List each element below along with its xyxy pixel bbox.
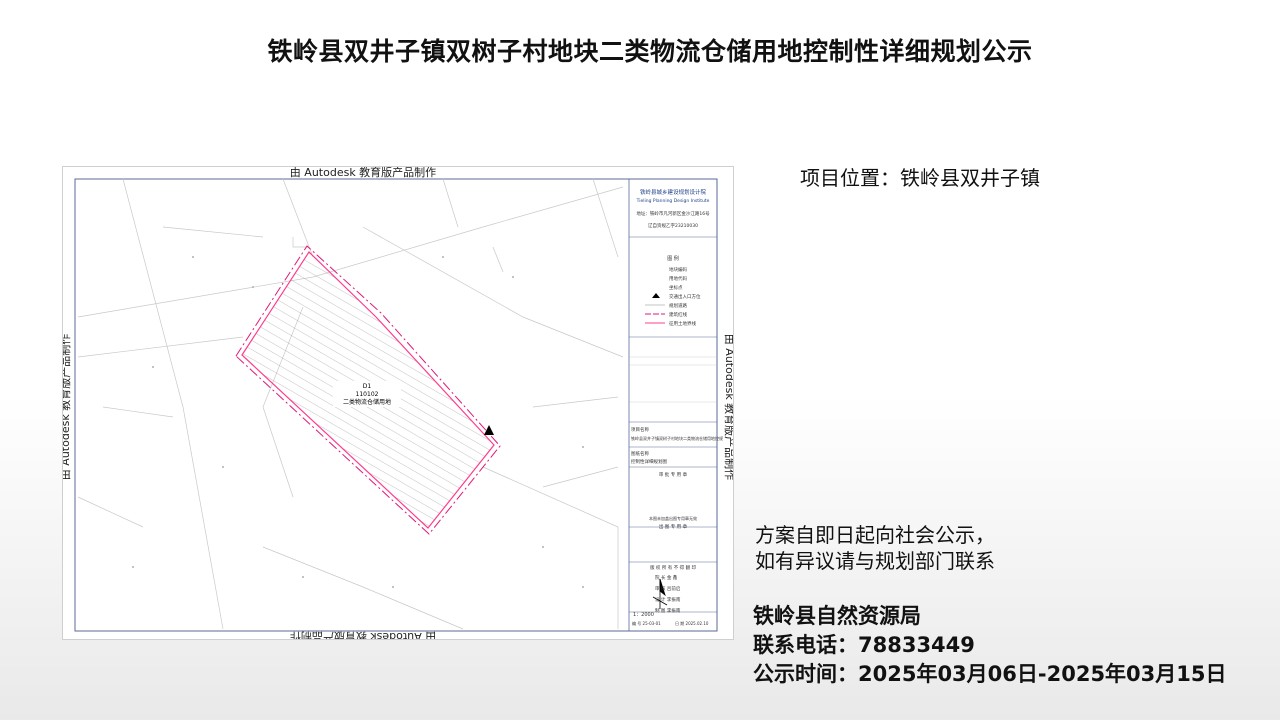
legend-item-7: 征用土地界线 xyxy=(669,320,696,327)
institute-name: 铁岭县城乡建设规划设计院 xyxy=(640,188,707,196)
notice-line-1: 方案自即日起向社会公示， xyxy=(755,523,995,547)
signature-3: 设 计 李振南 xyxy=(655,596,681,603)
project-location: 项目位置：铁岭县双井子镇 xyxy=(800,166,1040,190)
period-label: 公示时间： xyxy=(753,662,858,686)
public-notice: 方案自即日起向社会公示， 如有异议请与规划部门联系 xyxy=(755,522,995,574)
agency-name: 铁岭县自然资源局 xyxy=(753,604,921,628)
watermark-right: 由 Autodesk 教育版产品制作 xyxy=(723,334,733,480)
drawing-name-label: 图纸名称 xyxy=(631,450,649,457)
title-block: 铁岭县城乡建设规划设计院 Tieling Planning Design Ins… xyxy=(628,178,723,632)
project-name: 铁岭县双井子镇双树子村地块二类物流仓储用地控规 xyxy=(631,435,723,441)
legend-item-3: 坐标点 xyxy=(669,284,683,291)
land-code: 110102 xyxy=(356,391,379,398)
institute-license: 辽自资规乙字23210030 xyxy=(648,222,698,229)
legend-title: 图 例 xyxy=(667,255,679,262)
notice-line-2: 如有异议请与规划部门联系 xyxy=(755,549,995,573)
signature-1: 院 长 金 鑫 xyxy=(655,574,678,581)
legend-item-4: 交通出入口方位 xyxy=(669,293,701,300)
planning-map: 由 Autodesk 教育版产品制作 由 Autodesk 教育版产品制作 由 … xyxy=(62,166,734,640)
watermark-left: 由 Autodesk 教育版产品制作 xyxy=(63,334,72,480)
phone-number: 78833449 xyxy=(858,633,975,657)
legend-item-1: 地块编码 xyxy=(669,266,687,273)
contact-info: 铁岭县自然资源局 联系电话：78833449 公示时间：2025年03月06日-… xyxy=(753,602,1227,689)
watermark-top: 由 Autodesk 教育版产品制作 xyxy=(290,167,436,179)
legend-item-5: 规划道路 xyxy=(669,302,687,309)
legend-arrow-icon xyxy=(652,293,660,298)
scale: 1：2000 xyxy=(633,612,654,618)
phone-label: 联系电话： xyxy=(753,633,858,657)
map-drawing: 由 Autodesk 教育版产品制作 由 Autodesk 教育版产品制作 由 … xyxy=(63,167,733,639)
stamp-review: 审 批 专 用 章 xyxy=(659,471,688,478)
watermark-bottom: 由 Autodesk 教育版产品制作 xyxy=(290,630,436,639)
north-arrow-icon xyxy=(652,578,668,609)
drawing-date: 日 期 2025.02.10 xyxy=(675,620,709,626)
project-name-label: 项目名称 xyxy=(631,426,649,433)
parcel-code: D1 xyxy=(363,383,372,390)
legend-item-2: 用地代码 xyxy=(669,275,687,282)
land-use: 二类物流仓储用地 xyxy=(343,398,391,406)
institute-address: 地址：铁岭市凡河新区金沙江路16号 xyxy=(636,210,710,217)
page-title: 铁岭县双井子镇双树子村地块二类物流仓储用地控制性详细规划公示 xyxy=(267,37,1033,66)
institute-name-en: Tieling Planning Design Institute xyxy=(636,198,710,204)
drawing-number: 编 号 25-03-01 xyxy=(632,620,661,626)
legend-item-6: 建筑红线 xyxy=(669,311,687,318)
signature-2: 审 核 吕前启 xyxy=(655,585,680,592)
phone-row: 联系电话：78833449 xyxy=(753,631,1227,660)
copyright: 版 权 所 有 不 得 翻 印 xyxy=(650,564,697,571)
stamp-note: 本图未加盖出图专用章无效 xyxy=(649,515,697,521)
period-row: 公示时间：2025年03月06日-2025年03月15日 xyxy=(753,660,1227,689)
indicator-table xyxy=(629,356,717,403)
period-value: 2025年03月06日-2025年03月15日 xyxy=(858,662,1227,686)
stamp-output: 出 图 专 用 章 xyxy=(659,523,688,530)
drawing-name: 控制性详细规划图 xyxy=(631,458,667,465)
signature-4: 制 图 李振南 xyxy=(655,607,681,614)
